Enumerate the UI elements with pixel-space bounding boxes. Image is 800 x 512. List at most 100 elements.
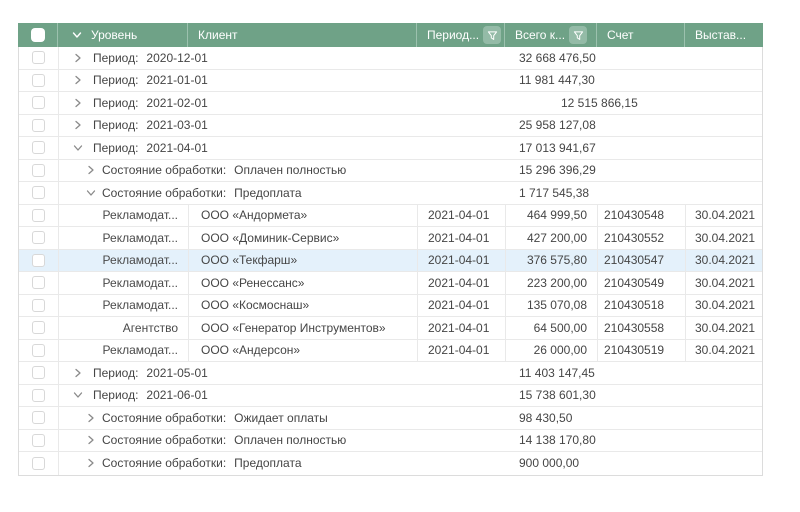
detail-row[interactable]: Рекламодат...ООО «Текфарш»2021-04-01376 … [19, 250, 762, 273]
row-checkbox[interactable] [32, 344, 45, 357]
column-header-period[interactable]: Период... [417, 23, 505, 47]
column-header-client[interactable]: Клиент [188, 23, 417, 47]
row-checkbox[interactable] [32, 51, 45, 64]
group-row[interactable]: Состояние обработки:Предоплата1 717 545,… [19, 182, 762, 205]
row-checkbox-cell [19, 250, 59, 272]
column-header-invoice[interactable]: Счет [597, 23, 685, 47]
billed-date-cell: 30.04.2021 [686, 205, 764, 227]
group-row[interactable]: Период:2021-03-0125 958 127,08 [19, 115, 762, 138]
group-row[interactable]: Состояние обработки:Ожидает оплаты98 430… [19, 407, 762, 430]
row-checkbox[interactable] [32, 434, 45, 447]
row-checkbox[interactable] [32, 276, 45, 289]
row-checkbox[interactable] [32, 186, 45, 199]
chevron-right-icon[interactable] [86, 435, 96, 445]
group-label: Период: [93, 73, 138, 87]
chevron-right-icon[interactable] [73, 98, 83, 108]
group-row[interactable]: Период:2021-06-0115 738 601,30 [19, 385, 762, 408]
column-label: Клиент [198, 28, 238, 42]
group-label: Состояние обработки: [102, 456, 226, 470]
billed-date-cell: 30.04.2021 [686, 272, 764, 294]
row-checkbox[interactable] [32, 366, 45, 379]
row-checkbox[interactable] [32, 231, 45, 244]
group-label: Период: [93, 141, 138, 155]
row-checkbox[interactable] [32, 299, 45, 312]
row-checkbox-cell [19, 430, 59, 452]
group-row[interactable]: Период:2021-02-0112 515 866,15 [19, 92, 762, 115]
chevron-right-icon[interactable] [73, 53, 83, 63]
filter-button[interactable] [569, 26, 587, 44]
row-checkbox-cell [19, 385, 59, 407]
row-checkbox-cell [19, 137, 59, 159]
header-select-all-cell [18, 23, 58, 47]
client-cell: ООО «Генератор Инструментов» [189, 317, 418, 339]
filter-button[interactable] [483, 26, 501, 44]
billed-date-cell: 30.04.2021 [686, 340, 764, 362]
group-cell: Период:2021-01-0111 981 447,30 [59, 70, 762, 92]
chevron-down-icon[interactable] [86, 188, 96, 198]
client-cell: ООО «Андерсон» [189, 340, 418, 362]
chevron-down-icon[interactable] [73, 390, 83, 400]
group-row[interactable]: Период:2021-05-0111 403 147,45 [19, 362, 762, 385]
grid-header: Уровень Клиент Период... Всего к... Счет… [18, 23, 763, 47]
row-checkbox[interactable] [32, 254, 45, 267]
group-label: Состояние обработки: [102, 163, 226, 177]
column-label: Счет [607, 28, 634, 42]
row-checkbox[interactable] [32, 209, 45, 222]
group-row[interactable]: Состояние обработки: Оплачен полностью 14 … [19, 430, 762, 453]
group-label: Состояние обработки: [102, 433, 226, 447]
column-label: Период... [427, 28, 479, 42]
column-header-billed[interactable]: Выстав... [685, 23, 763, 47]
detail-row[interactable]: Рекламодат...ООО «Ренессанс»2021-04-0122… [19, 272, 762, 295]
row-checkbox-cell [19, 205, 59, 227]
detail-row[interactable]: Рекламодат...ООО «Космоснаш»2021-04-0113… [19, 295, 762, 318]
column-label: Уровень [91, 28, 137, 42]
period-cell: 2021-04-01 [418, 227, 506, 249]
group-row[interactable]: Состояние обработки:Предоплата900 000,00 [19, 452, 762, 475]
group-value: 2021-04-01 [146, 141, 207, 155]
row-checkbox[interactable] [32, 164, 45, 177]
total-cell: 376 575,80 [506, 250, 598, 272]
group-row[interactable]: Период:2021-01-0111 981 447,30 [19, 70, 762, 93]
group-cell: Состояние обработки: Оплачен полностью 14 … [59, 430, 762, 452]
chevron-right-icon[interactable] [86, 165, 96, 175]
chevron-right-icon[interactable] [73, 120, 83, 130]
group-value: Оплачен полностью [234, 433, 346, 447]
chevron-right-icon[interactable] [73, 368, 83, 378]
row-checkbox[interactable] [32, 141, 45, 154]
row-checkbox[interactable] [32, 411, 45, 424]
chevron-down-icon[interactable] [73, 143, 83, 153]
group-cell: Период:2021-06-0115 738 601,30 [59, 385, 762, 407]
period-cell: 2021-04-01 [418, 205, 506, 227]
group-row[interactable]: Состояние обработки:Оплачен полностью15 … [19, 160, 762, 183]
row-checkbox-cell [19, 452, 59, 475]
group-label: Период: [93, 388, 138, 402]
group-cell: Состояние обработки:Ожидает оплаты98 430… [59, 407, 762, 429]
column-header-level[interactable]: Уровень [58, 23, 188, 47]
column-label: Всего к... [515, 28, 565, 42]
row-checkbox[interactable] [32, 119, 45, 132]
chevron-right-icon[interactable] [86, 413, 96, 423]
total-cell: 135 070,08 [506, 295, 598, 317]
detail-row[interactable]: Рекламодат...ООО «Андормета»2021-04-0146… [19, 205, 762, 228]
group-row[interactable]: Период:2021-04-0117 013 941,67 [19, 137, 762, 160]
group-total: 14 138 170,80 [519, 430, 596, 452]
row-checkbox[interactable] [32, 389, 45, 402]
chevron-right-icon[interactable] [86, 458, 96, 468]
row-checkbox-cell [19, 295, 59, 317]
select-all-checkbox[interactable] [31, 28, 45, 42]
period-cell: 2021-04-01 [418, 295, 506, 317]
row-checkbox[interactable] [32, 74, 45, 87]
row-checkbox-cell [19, 115, 59, 137]
chevron-right-icon[interactable] [73, 75, 83, 85]
detail-row[interactable]: Рекламодат...ООО «Андерсон»2021-04-0126 … [19, 340, 762, 363]
row-checkbox[interactable] [32, 96, 45, 109]
group-row[interactable]: Период:2020-12-0132 668 476,50 [19, 47, 762, 70]
detail-row[interactable]: АгентствоООО «Генератор Инструментов»202… [19, 317, 762, 340]
group-cell: Период:2021-05-0111 403 147,45 [59, 362, 762, 384]
group-value: 2021-02-01 [146, 96, 207, 110]
row-checkbox[interactable] [32, 321, 45, 334]
column-header-total[interactable]: Всего к... [505, 23, 597, 47]
group-label: Период: [93, 366, 138, 380]
row-checkbox[interactable] [32, 457, 45, 470]
detail-row[interactable]: Рекламодат...ООО «Доминик-Сервис»2021-04… [19, 227, 762, 250]
